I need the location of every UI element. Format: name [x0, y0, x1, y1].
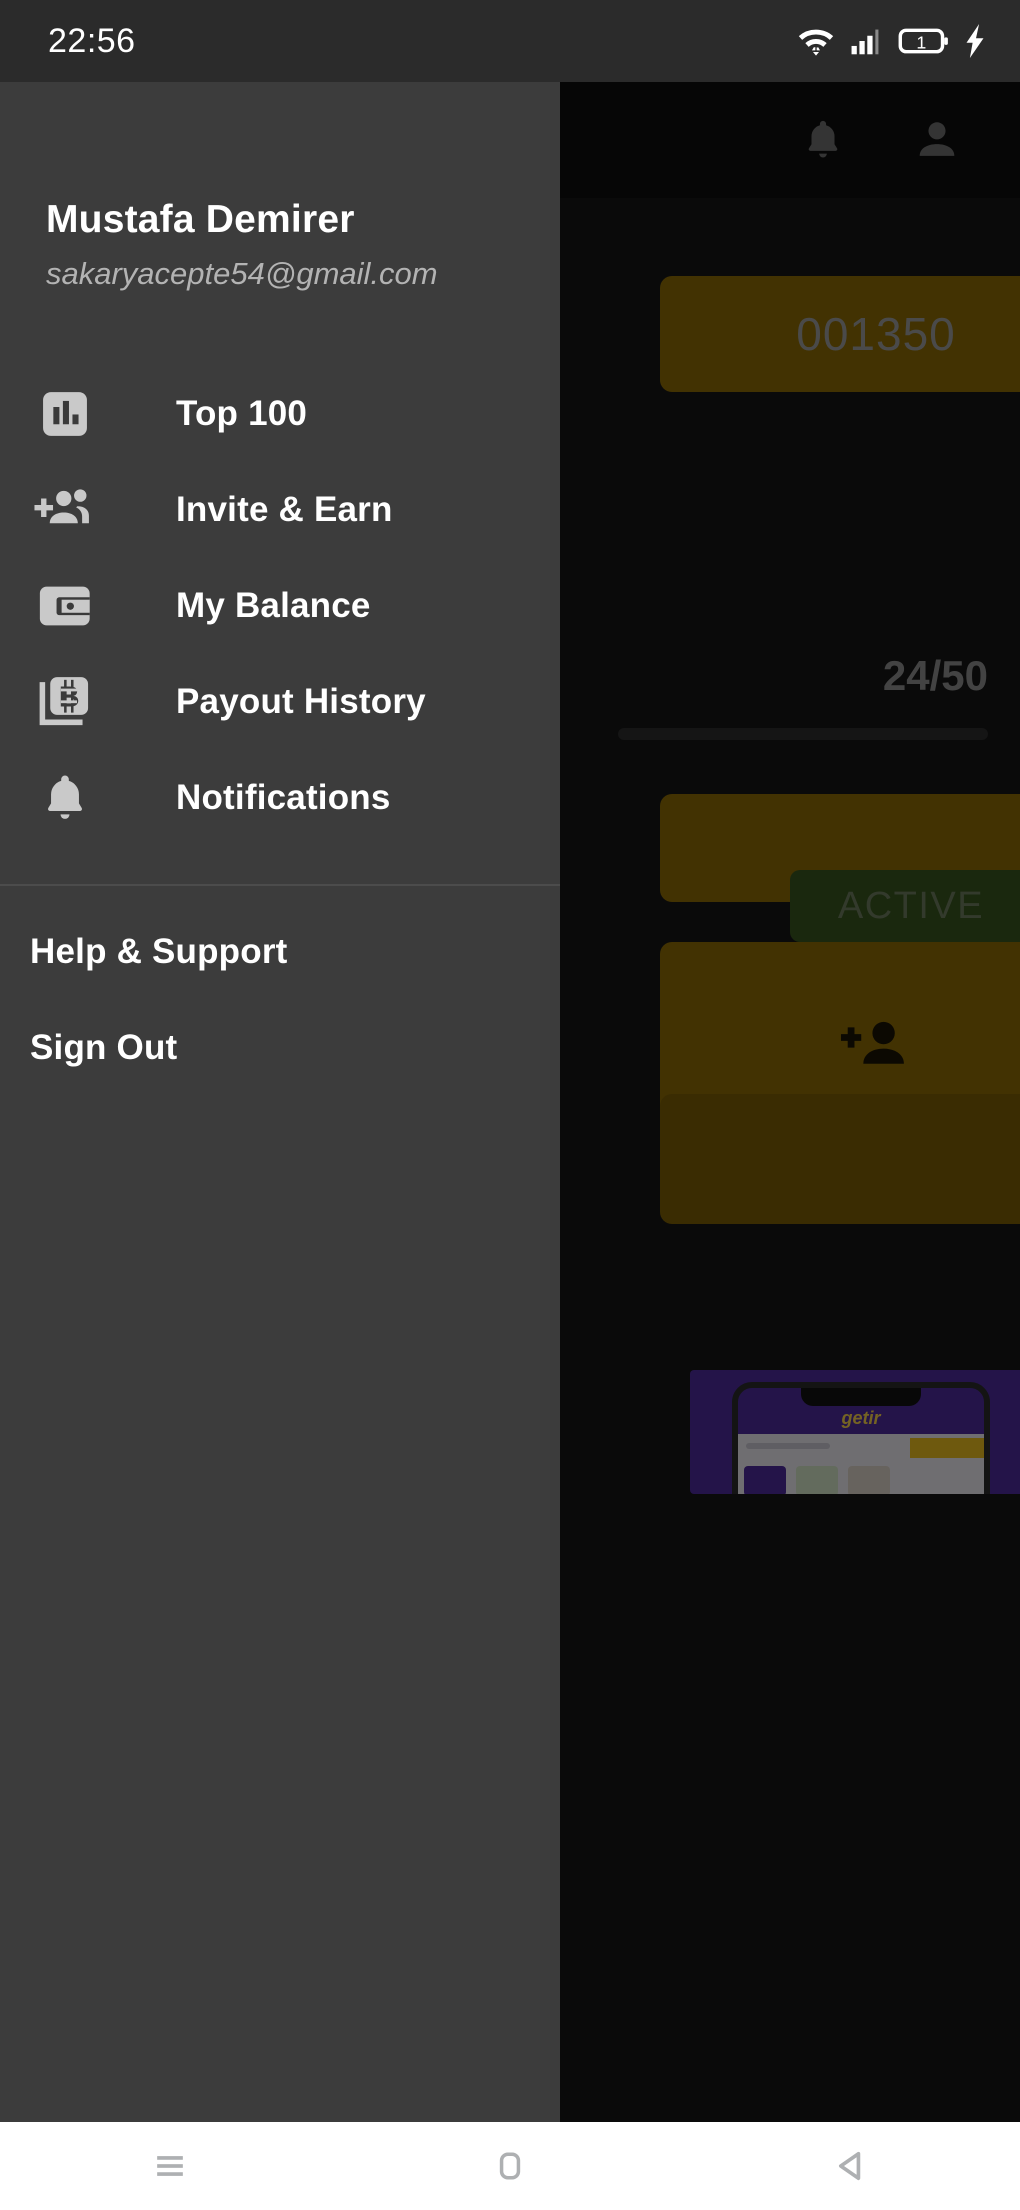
rounded-square-icon — [499, 2152, 521, 2180]
svg-text:1: 1 — [916, 33, 926, 53]
drawer-header: Mustafa Demirer sakaryacepte54@gmail.com — [0, 82, 560, 292]
user-name: Mustafa Demirer — [46, 198, 355, 241]
phone-screen: 001350 24/50 ACTIVE getir — [0, 0, 1020, 2210]
group-add-icon — [32, 479, 98, 541]
back-button[interactable] — [775, 2122, 925, 2210]
drawer-item-label: Invite & Earn — [176, 490, 393, 529]
status-clock: 22:56 — [48, 21, 136, 60]
bell-icon — [32, 767, 98, 829]
status-bar: 22:56 1 — [0, 0, 1020, 82]
menu-lines-icon — [157, 2156, 183, 2176]
drawer-secondary-menu: Help & Support Sign Out — [0, 886, 560, 1096]
bitcoin-cards-icon: B — [32, 671, 98, 733]
recents-button[interactable] — [95, 2122, 245, 2210]
drawer-item-top-100[interactable]: Top 100 — [0, 366, 560, 462]
charging-bolt-icon — [964, 24, 986, 58]
bar-chart-icon — [32, 383, 98, 445]
drawer-item-sign-out[interactable]: Sign Out — [0, 1000, 560, 1096]
svg-text:B: B — [59, 681, 80, 713]
drawer-item-label: My Balance — [176, 586, 371, 625]
drawer-item-payout-history[interactable]: B Payout History — [0, 654, 560, 750]
drawer-item-label: Payout History — [176, 682, 426, 721]
wifi-icon — [796, 24, 836, 58]
signal-icon — [850, 25, 884, 57]
home-button[interactable] — [435, 2122, 585, 2210]
drawer-item-my-balance[interactable]: My Balance — [0, 558, 560, 654]
drawer-item-label: Help & Support — [30, 932, 288, 971]
status-icons: 1 — [796, 24, 986, 58]
drawer-item-label: Sign Out — [30, 1028, 178, 1067]
drawer-menu: Top 100 Invite & Earn My Balance B Payou… — [0, 366, 560, 846]
drawer-item-label: Notifications — [176, 778, 391, 817]
user-email: sakaryacepte54@gmail.com — [46, 256, 438, 291]
navigation-drawer: Mustafa Demirer sakaryacepte54@gmail.com… — [0, 82, 560, 2122]
triangle-left-icon — [838, 2151, 861, 2181]
drawer-item-help-support[interactable]: Help & Support — [0, 904, 560, 1000]
wallet-icon — [32, 575, 98, 637]
drawer-item-invite-earn[interactable]: Invite & Earn — [0, 462, 560, 558]
battery-icon: 1 — [898, 24, 950, 58]
drawer-item-label: Top 100 — [176, 394, 308, 433]
android-nav-bar — [0, 2122, 1020, 2210]
drawer-item-notifications[interactable]: Notifications — [0, 750, 560, 846]
